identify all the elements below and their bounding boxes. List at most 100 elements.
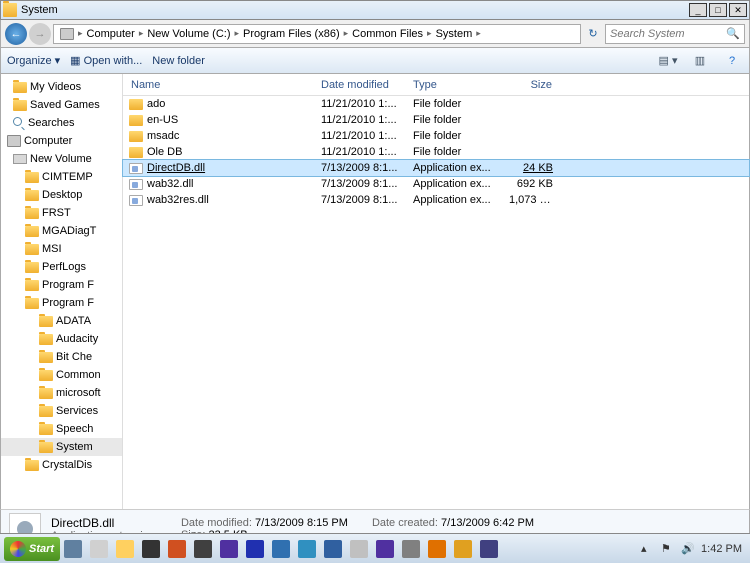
file-row[interactable]: wab32.dll7/13/2009 8:1...Application ex.… xyxy=(123,176,749,192)
drive-icon xyxy=(13,154,27,164)
taskbar-app-icon[interactable] xyxy=(294,537,320,561)
back-button[interactable]: ← xyxy=(5,23,27,45)
search-box[interactable]: 🔍 xyxy=(605,24,745,44)
tree-item[interactable]: microsoft xyxy=(1,384,122,402)
file-row[interactable]: msadc11/21/2010 1:...File folder xyxy=(123,128,749,144)
tree-item[interactable]: CIMTEMP xyxy=(1,168,122,186)
tree-item-label: CrystalDis xyxy=(42,459,92,471)
search-input[interactable] xyxy=(610,28,724,40)
breadcrumb-segment[interactable]: Common Files xyxy=(348,28,427,40)
tree-item[interactable]: Common xyxy=(1,366,122,384)
taskbar-app-icon[interactable] xyxy=(190,537,216,561)
refresh-button[interactable]: ↻ xyxy=(583,27,603,40)
start-button[interactable]: Start xyxy=(4,537,60,561)
tree-item[interactable]: FRST xyxy=(1,204,122,222)
breadcrumb[interactable]: ▸Computer▸New Volume (C:)▸Program Files … xyxy=(53,24,581,44)
main-area: My Videos Saved GamesSearchesComputerNew … xyxy=(0,74,750,509)
file-row[interactable]: en-US11/21/2010 1:...File folder xyxy=(123,112,749,128)
column-name[interactable]: Name xyxy=(123,79,313,91)
maximize-button[interactable]: □ xyxy=(709,3,727,17)
cell-name: wab32.dll xyxy=(147,178,321,190)
tree-item[interactable]: Services xyxy=(1,402,122,420)
tree-item[interactable]: ADATA xyxy=(1,312,122,330)
file-row[interactable]: ado11/21/2010 1:...File folder xyxy=(123,96,749,112)
dll-file-icon xyxy=(129,163,143,174)
breadcrumb-segment[interactable]: New Volume (C:) xyxy=(143,28,234,40)
tree-item-label: Speech xyxy=(56,423,93,435)
tray-flag-icon[interactable]: ⚑ xyxy=(661,542,675,556)
preview-pane-button[interactable]: ▥ xyxy=(689,51,711,71)
tree-item[interactable]: Saved Games xyxy=(1,96,122,114)
folder-icon xyxy=(3,3,17,17)
tree-item[interactable]: My Videos xyxy=(1,78,122,96)
cell-date: 11/21/2010 1:... xyxy=(321,130,413,142)
folder-icon xyxy=(25,226,39,237)
toolbar: Organize ▾ ▦ Open with... New folder ▤ ▾… xyxy=(0,48,750,74)
system-tray[interactable]: ▴ ⚑ 🔊 1:42 PM xyxy=(641,542,746,556)
taskbar-app-icon[interactable] xyxy=(216,537,242,561)
windows-orb-icon xyxy=(10,541,26,557)
view-options-button[interactable]: ▤ ▾ xyxy=(657,51,679,71)
search-icon xyxy=(13,117,25,129)
taskbar-app-icon[interactable] xyxy=(164,537,190,561)
column-type[interactable]: Type xyxy=(405,79,501,91)
tree-item-label: My Videos xyxy=(30,81,81,93)
file-row[interactable]: Ole DB11/21/2010 1:...File folder xyxy=(123,144,749,160)
navigation-tree[interactable]: My Videos Saved GamesSearchesComputerNew … xyxy=(1,74,123,509)
taskbar-app-icon[interactable] xyxy=(86,537,112,561)
column-date[interactable]: Date modified xyxy=(313,79,405,91)
open-with-button[interactable]: ▦ Open with... xyxy=(70,54,142,67)
taskbar-app-icon[interactable] xyxy=(346,537,372,561)
clock[interactable]: 1:42 PM xyxy=(701,543,742,555)
tree-item[interactable]: Speech xyxy=(1,420,122,438)
tree-item[interactable]: New Volume xyxy=(1,150,122,168)
breadcrumb-segment[interactable]: System xyxy=(432,28,477,40)
tree-item[interactable]: Program F xyxy=(1,276,122,294)
help-button[interactable]: ? xyxy=(721,51,743,71)
tree-item[interactable]: MSI xyxy=(1,240,122,258)
file-list[interactable]: Name Date modified Type Size ado11/21/20… xyxy=(123,74,749,509)
breadcrumb-segment[interactable]: Computer xyxy=(83,28,139,40)
breadcrumb-segment[interactable]: Program Files (x86) xyxy=(239,28,344,40)
taskbar-app-icon[interactable] xyxy=(320,537,346,561)
tree-item[interactable]: Computer xyxy=(1,132,122,150)
file-row[interactable]: wab32res.dll7/13/2009 8:1...Application … xyxy=(123,192,749,208)
forward-button[interactable]: → xyxy=(29,23,51,45)
tree-item[interactable]: System xyxy=(1,438,122,456)
taskbar-app-icon[interactable] xyxy=(268,537,294,561)
cell-type: Application ex... xyxy=(413,194,509,206)
tree-item[interactable]: MGADiagT xyxy=(1,222,122,240)
minimize-button[interactable]: _ xyxy=(689,3,707,17)
taskbar-app-icon[interactable] xyxy=(242,537,268,561)
new-folder-button[interactable]: New folder xyxy=(152,55,205,67)
taskbar-app-icon[interactable] xyxy=(112,537,138,561)
tree-item[interactable]: CrystalDis xyxy=(1,456,122,474)
tree-item[interactable]: Bit Che xyxy=(1,348,122,366)
taskbar-app-icon[interactable] xyxy=(398,537,424,561)
tree-item[interactable]: Desktop xyxy=(1,186,122,204)
taskbar-app-icon[interactable] xyxy=(450,537,476,561)
cell-size: 24 KB xyxy=(509,162,561,174)
column-headers[interactable]: Name Date modified Type Size xyxy=(123,74,749,96)
tree-item-label: System xyxy=(56,441,93,453)
taskbar-app-icon[interactable] xyxy=(476,537,502,561)
cell-name: wab32res.dll xyxy=(147,194,321,206)
dll-file-icon xyxy=(129,195,143,206)
file-row[interactable]: DirectDB.dll7/13/2009 8:1...Application … xyxy=(123,160,749,176)
folder-icon xyxy=(39,352,53,363)
taskbar-app-icon[interactable] xyxy=(60,537,86,561)
tree-item[interactable]: Program F xyxy=(1,294,122,312)
column-size[interactable]: Size xyxy=(501,79,561,91)
taskbar-app-icon[interactable] xyxy=(138,537,164,561)
tree-item-label: Audacity xyxy=(56,333,98,345)
close-button[interactable]: ✕ xyxy=(729,3,747,17)
tray-show-hidden-icon[interactable]: ▴ xyxy=(641,542,655,556)
tree-item[interactable]: Searches xyxy=(1,114,122,132)
tree-item[interactable]: PerfLogs xyxy=(1,258,122,276)
taskbar-app-icon[interactable] xyxy=(424,537,450,561)
tree-item[interactable]: Audacity xyxy=(1,330,122,348)
taskbar-app-icon[interactable] xyxy=(372,537,398,561)
organize-button[interactable]: Organize ▾ xyxy=(7,54,60,67)
tray-volume-icon[interactable]: 🔊 xyxy=(681,542,695,556)
folder-icon xyxy=(129,115,143,126)
